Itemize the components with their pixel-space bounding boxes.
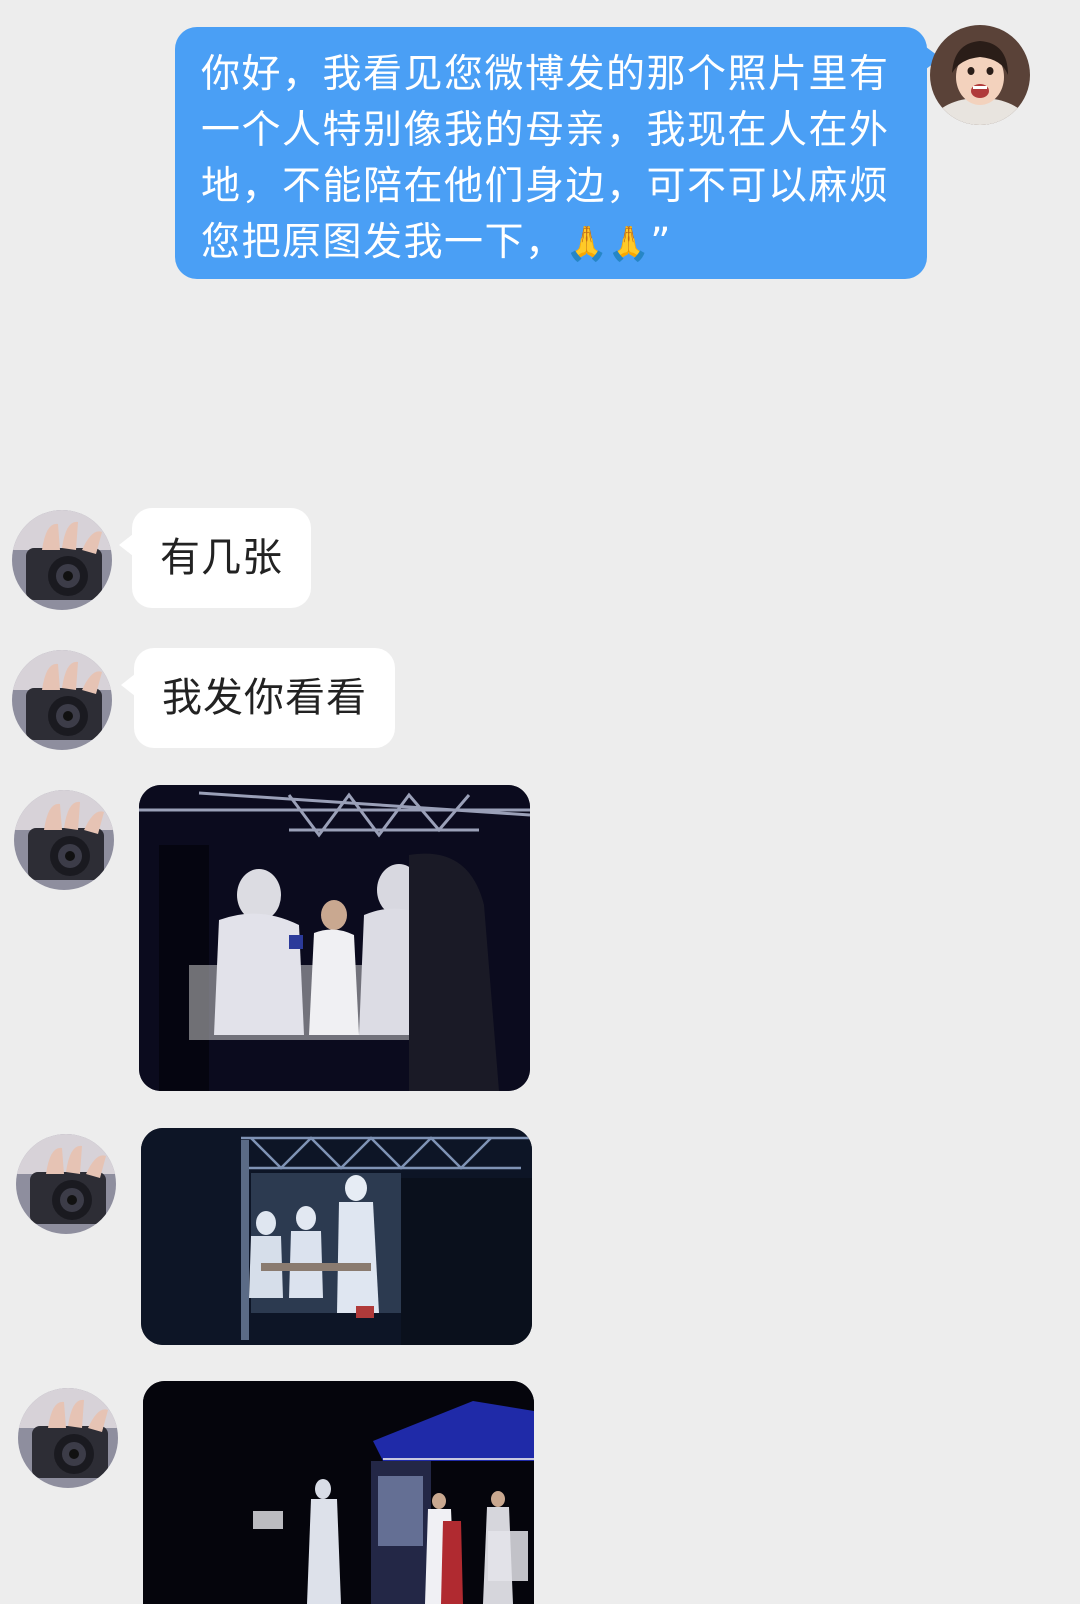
closing-quote: ” xyxy=(650,220,672,265)
contact-avatar[interactable] xyxy=(16,1134,116,1234)
incoming-message-bubble[interactable]: 我发你看看 xyxy=(121,648,395,748)
message-line: 你好，我看见您微博发的那个照片里有 xyxy=(201,52,890,97)
outgoing-message-bubble[interactable]: 你好，我看见您微博发的那个照片里有 一个人特别像我的母亲，我现在人在外 地，不能… xyxy=(175,27,941,279)
contact-avatar[interactable] xyxy=(12,650,112,750)
praying-hands-emoji: 🙏🙏 xyxy=(565,224,651,264)
image-message[interactable] xyxy=(141,1128,532,1345)
message-line: 一个人特别像我的母亲，我现在人在外 xyxy=(201,108,890,153)
night-medical-workers-photo-icon xyxy=(139,785,530,1091)
contact-avatar[interactable] xyxy=(14,790,114,890)
image-message[interactable] xyxy=(143,1381,534,1604)
message-text: 我发你看看 xyxy=(162,675,367,721)
message-text: 有几张 xyxy=(160,535,283,581)
incoming-message-bubble[interactable]: 有几张 xyxy=(119,508,311,608)
smiling-girl-avatar-icon xyxy=(930,25,1030,125)
contact-avatar[interactable] xyxy=(12,510,112,610)
night-testing-tent-photo-icon xyxy=(141,1128,532,1345)
camera-photographer-avatar-icon xyxy=(12,650,112,750)
self-avatar[interactable] xyxy=(930,25,1030,125)
camera-photographer-avatar-icon xyxy=(12,510,112,610)
image-message[interactable] xyxy=(139,785,530,1091)
contact-avatar[interactable] xyxy=(18,1388,118,1488)
message-line: 地，不能陪在他们身边，可不可以麻烦 xyxy=(201,164,890,209)
camera-photographer-avatar-icon xyxy=(18,1388,118,1488)
message-line-last: 您把原图发我一下，🙏🙏” xyxy=(201,215,901,272)
message-text: 您把原图发我一下， xyxy=(201,220,566,265)
camera-photographer-avatar-icon xyxy=(14,790,114,890)
camera-photographer-avatar-icon xyxy=(16,1134,116,1234)
night-blue-tent-photo-icon xyxy=(143,1381,534,1604)
chat-window: 你好，我看见您微博发的那个照片里有 一个人特别像我的母亲，我现在人在外 地，不能… xyxy=(0,0,1080,1604)
